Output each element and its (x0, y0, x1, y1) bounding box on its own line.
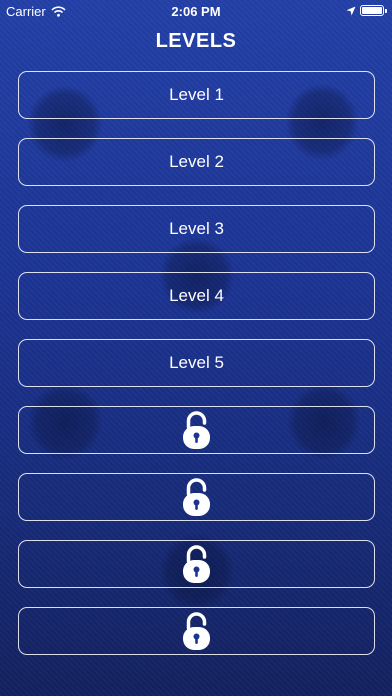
level-button-label: Level 5 (169, 353, 224, 372)
level-button[interactable]: Level 4 (18, 272, 375, 320)
lock-icon (183, 478, 210, 516)
level-button-locked[interactable] (18, 473, 375, 521)
status-bar: Carrier 2:06 PM (0, 0, 392, 22)
level-button-label: Level 4 (169, 286, 224, 305)
lock-icon (183, 545, 210, 583)
page-title: LEVELS (155, 30, 237, 52)
level-list: Level 1 Level 2 Level 3 Level 4 Level 5 (18, 71, 375, 674)
lock-icon (183, 612, 210, 650)
level-button-label: Level 2 (169, 152, 224, 171)
levels-screen: Carrier 2:06 PM LEVELS Level 1 Level 2 Lev… (0, 0, 392, 696)
battery-icon (360, 5, 387, 16)
status-time: 2:06 PM (171, 4, 221, 19)
lock-icon (183, 411, 210, 449)
level-button-label: Level 1 (169, 85, 224, 104)
location-arrow-icon (346, 6, 356, 15)
level-button-locked[interactable] (18, 607, 375, 655)
level-button-locked[interactable] (18, 540, 375, 588)
level-button[interactable]: Level 2 (18, 138, 375, 186)
battery-cap (385, 9, 387, 13)
level-button[interactable]: Level 3 (18, 205, 375, 253)
level-button[interactable]: Level 1 (18, 71, 375, 119)
battery-fill (362, 7, 382, 14)
level-button-locked[interactable] (18, 406, 375, 454)
level-button-label: Level 3 (169, 219, 224, 238)
level-button[interactable]: Level 5 (18, 339, 375, 387)
